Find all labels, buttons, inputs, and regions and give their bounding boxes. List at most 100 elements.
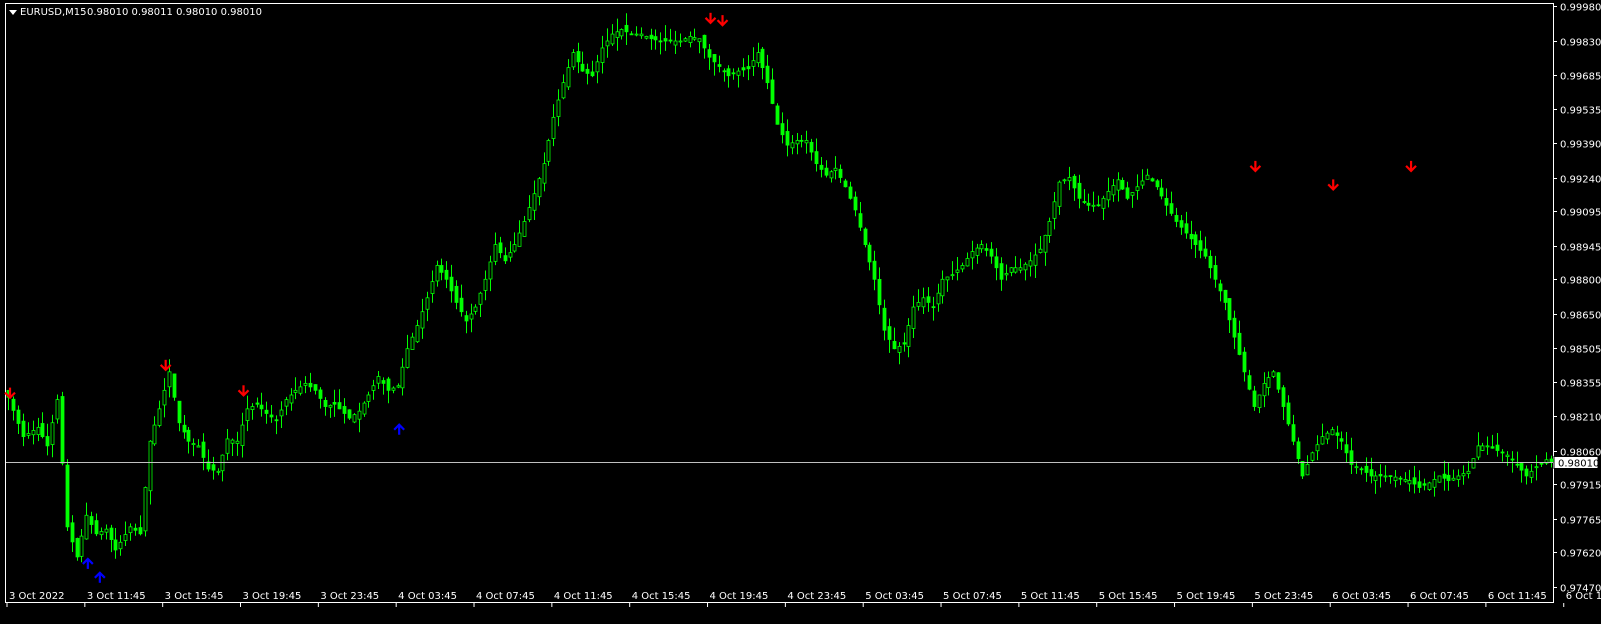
candle-body — [717, 64, 722, 67]
candle-body — [1130, 192, 1135, 196]
candle-body — [391, 387, 396, 391]
candle-body — [902, 342, 907, 345]
candle-body — [473, 306, 478, 312]
candle-body — [527, 207, 532, 221]
candle-body — [478, 292, 483, 305]
price-tick-label: 0.99830 — [1560, 38, 1601, 49]
candle-body — [498, 242, 503, 254]
candle-body — [1510, 458, 1515, 461]
symbol-label: EURUSD,M15 — [20, 7, 86, 18]
candle-body — [765, 65, 770, 84]
candle-body — [804, 140, 809, 144]
candle-body — [11, 398, 16, 411]
candle-body — [867, 244, 872, 263]
price-tick-label: 0.98650 — [1560, 311, 1601, 322]
candle-body — [274, 419, 279, 422]
candle-body — [508, 252, 513, 258]
candle-body — [848, 186, 853, 199]
candle-body — [1043, 234, 1048, 253]
candle-body — [634, 33, 639, 36]
price-tick-label: 0.97915 — [1560, 481, 1601, 492]
candle-body — [36, 426, 41, 435]
candle-body — [230, 439, 235, 444]
candle-body — [532, 193, 537, 211]
candle-body — [843, 180, 848, 188]
candle-body — [970, 251, 975, 259]
candle-body — [1247, 375, 1252, 390]
candle-body — [1111, 185, 1116, 196]
candle-body — [118, 541, 123, 550]
candle-body — [1500, 451, 1505, 454]
candle-body — [308, 382, 313, 388]
candle-body — [1422, 483, 1427, 486]
candle-body — [629, 33, 634, 36]
candle-body — [1539, 462, 1544, 465]
candle-body — [984, 248, 989, 251]
candle-body — [1009, 267, 1014, 273]
candle-body — [1174, 215, 1179, 222]
candle-body — [75, 537, 80, 558]
candle-body — [148, 440, 153, 492]
candle-body — [94, 520, 99, 535]
candle-body — [624, 24, 629, 33]
candle-body — [250, 406, 255, 411]
time-tick-label: 4 Oct 11:45 — [554, 591, 613, 602]
price-chart[interactable]: EURUSD,M15 0.98010 0.98011 0.98010 0.980… — [0, 0, 1601, 624]
candle-body — [1505, 454, 1510, 458]
candle-body — [770, 79, 775, 104]
candle-body — [999, 263, 1004, 280]
candle-body — [663, 38, 668, 42]
candle-body — [444, 269, 449, 280]
candle-body — [1330, 429, 1335, 436]
candle-body — [1018, 267, 1023, 271]
candle-body — [1106, 190, 1111, 201]
candle-body — [1004, 273, 1009, 276]
candle — [1427, 481, 1432, 491]
candle-body — [104, 528, 109, 533]
candle-body — [109, 527, 114, 540]
candle-body — [838, 168, 843, 178]
candle-body — [1369, 469, 1374, 477]
candle-body — [1456, 475, 1461, 480]
price-tick-label: 0.97620 — [1560, 549, 1601, 560]
time-tick-label: 6 Oct 15:45 — [1566, 591, 1601, 602]
candle-body — [1315, 444, 1320, 452]
candle-body — [1067, 177, 1072, 182]
candle-body — [400, 366, 405, 389]
candle — [352, 413, 357, 424]
candle-body — [405, 348, 410, 368]
candle-body — [595, 61, 600, 73]
candle-body — [741, 67, 746, 71]
candle-body — [337, 402, 342, 410]
candle-body — [1359, 468, 1364, 471]
candle-body — [746, 66, 751, 70]
candle-body — [576, 51, 581, 63]
price-tick-label: 0.99095 — [1560, 208, 1601, 219]
time-tick-label: 3 Oct 11:45 — [87, 591, 146, 602]
candle-body — [464, 315, 469, 322]
candle-body — [546, 140, 551, 162]
candle-body — [1407, 480, 1412, 485]
candle-body — [1023, 263, 1028, 271]
candle-body — [1189, 233, 1194, 240]
candle-body — [1296, 441, 1301, 460]
chart-background — [0, 0, 1601, 624]
candle-body — [1213, 265, 1218, 280]
current-price-tag: 0.98010 — [1553, 456, 1599, 470]
candle-body — [1179, 220, 1184, 228]
candle-body — [162, 389, 167, 406]
candle-body — [1252, 390, 1257, 407]
candle-body — [269, 414, 274, 418]
candle-body — [1116, 179, 1121, 191]
candle-body — [1169, 203, 1174, 214]
candle — [1437, 475, 1442, 483]
candle-body — [1383, 475, 1388, 478]
candle-body — [293, 389, 298, 393]
candle-body — [376, 376, 381, 384]
time-tick-label: 5 Oct 07:45 — [943, 591, 1002, 602]
candle — [1310, 451, 1315, 462]
candle-body — [469, 313, 474, 320]
candle-body — [673, 40, 678, 46]
candle-body — [644, 35, 649, 39]
candle-body — [1033, 254, 1038, 266]
